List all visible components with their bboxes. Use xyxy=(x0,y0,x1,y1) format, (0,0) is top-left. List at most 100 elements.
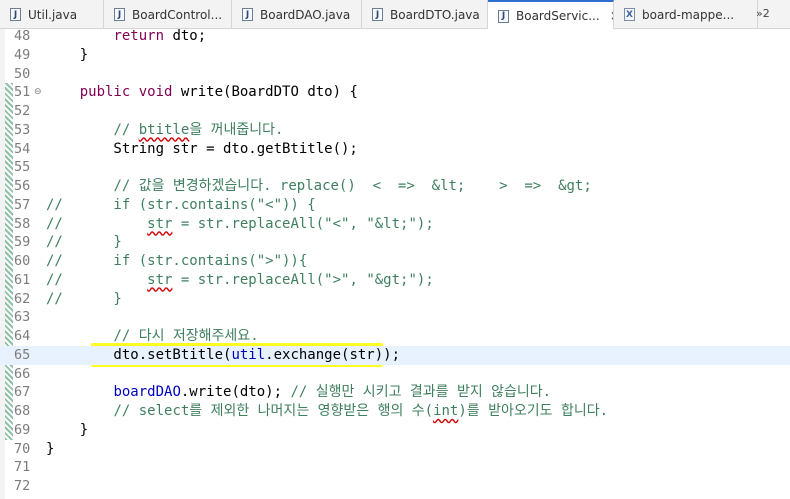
line-number: 68 xyxy=(14,403,31,419)
tab-label: Util.java xyxy=(28,7,78,22)
tab-util-java[interactable]: J Util.java xyxy=(0,0,104,29)
code-line[interactable]: 72 xyxy=(0,477,790,496)
code-token: // xyxy=(46,271,148,288)
code-token: btitle xyxy=(138,121,190,138)
code-text: } xyxy=(46,440,54,459)
code-token: util xyxy=(231,346,266,363)
code-line[interactable]: 70} xyxy=(0,440,790,459)
code-line[interactable]: 60 // if (str.contains(">")){ xyxy=(0,252,790,271)
code-text: // str = str.replaceAll(">", "&gt;"); xyxy=(46,271,434,290)
java-file-icon: J xyxy=(372,8,383,21)
code-text: // if (str.contains("<")) { xyxy=(46,196,316,215)
line-number: 57 xyxy=(14,196,31,213)
java-file-icon: J xyxy=(242,8,253,21)
code-line[interactable]: 69 } xyxy=(0,421,790,440)
code-token: // xyxy=(46,215,148,232)
code-line[interactable]: 61 // str = str.replaceAll(">", "&gt;"); xyxy=(0,271,790,290)
code-line[interactable]: 50 xyxy=(0,65,790,84)
code-token: write(BoardDTO dto) { xyxy=(172,84,358,101)
line-number: 54 xyxy=(14,140,31,157)
code-token: .write(dto); xyxy=(180,384,291,401)
code-token: // if (str.contains(">")){ xyxy=(46,253,308,269)
code-token: dto.setBtitle( xyxy=(46,346,232,363)
java-file-icon: J xyxy=(10,8,21,21)
line-number: 59 xyxy=(14,234,31,251)
xml-file-icon: X xyxy=(624,8,635,21)
line-number: 62 xyxy=(14,290,31,307)
code-line[interactable]: 54 String str = dto.getBtitle(); xyxy=(0,140,790,159)
code-line[interactable]: 53 // btitle을 꺼내줍니다. xyxy=(0,121,790,140)
code-token: void xyxy=(138,84,173,101)
code-line[interactable]: 48 return dto; xyxy=(0,27,790,46)
code-text: // str = str.replaceAll("<", "&lt;"); xyxy=(46,215,434,234)
code-line[interactable]: 68 // select를 제외한 나머지는 영향받은 행의 수(int)를 받… xyxy=(0,402,790,421)
code-line[interactable]: 57 // if (str.contains("<")) { xyxy=(0,196,790,215)
code-line[interactable]: 58 // str = str.replaceAll("<", "&lt;"); xyxy=(0,215,790,234)
code-line[interactable]: 65 dto.setBtitle(util.exchange(str)); xyxy=(0,345,790,365)
tab-label: BoardDAO.java xyxy=(260,7,351,22)
code-token: str xyxy=(147,271,173,288)
code-token: boardDAO xyxy=(113,384,181,401)
fold-toggle-icon[interactable]: ⊖ xyxy=(34,83,42,102)
line-number: 70 xyxy=(14,440,31,457)
code-text: // } xyxy=(46,233,122,252)
code-token: )를 받아오기도 합니다. xyxy=(458,403,609,419)
line-number: 72 xyxy=(14,478,31,494)
code-text: // btitle을 꺼내줍니다. xyxy=(46,121,283,140)
tab-label: board-mappe... xyxy=(642,7,735,22)
code-line[interactable]: 59 // } xyxy=(0,233,790,252)
tab-boarddao-java[interactable]: J BoardDAO.java xyxy=(232,0,362,29)
code-text: dto.setBtitle(util.exchange(str)); xyxy=(46,346,400,365)
code-editor[interactable]: 48 return dto; 49 } 50 51 ⊖ public void writ… xyxy=(0,27,790,499)
line-number: 64 xyxy=(14,328,31,344)
tab-label: BoardServic... xyxy=(516,9,600,23)
code-text: return dto; xyxy=(46,27,206,46)
code-token: // } xyxy=(46,234,122,251)
code-token: = str.replaceAll(">", "&gt;"); xyxy=(172,271,434,288)
code-line[interactable]: 62 // } xyxy=(0,290,790,309)
line-number: 55 xyxy=(14,159,31,176)
line-number: 60 xyxy=(14,253,31,269)
code-token: // if (str.contains("<")) { xyxy=(46,196,316,213)
line-number: 53 xyxy=(14,121,31,138)
code-line[interactable]: 49 } xyxy=(0,46,790,65)
tab-boardservic[interactable]: JBoardServic...× xyxy=(488,0,614,30)
code-line[interactable]: 52 xyxy=(0,102,790,121)
code-line[interactable]: 64 // 다시 저장해주세요. xyxy=(0,327,790,346)
tab-boarddto-java[interactable]: J BoardDTO.java xyxy=(362,0,488,29)
code-token: 을 꺼내줍니다. xyxy=(189,121,284,138)
code-token: // xyxy=(113,121,139,138)
code-line[interactable]: 51 ⊖ public void write(BoardDTO dto) { xyxy=(0,83,790,102)
code-text: // } xyxy=(46,290,122,309)
tab-boardcontrol[interactable]: J BoardControl... xyxy=(104,0,232,29)
code-token: // 실행만 시키고 결과를 받지 않습니다. xyxy=(290,384,552,401)
tab-overflow-button[interactable]: »2 xyxy=(756,7,770,20)
code-token: return xyxy=(113,28,165,44)
code-token: } xyxy=(46,421,89,438)
line-number: 61 xyxy=(14,271,31,288)
java-file-icon: J xyxy=(114,8,125,21)
code-line[interactable]: 67 boardDAO.write(dto); // 실행만 시키고 결과를 받… xyxy=(0,383,790,402)
line-number: 50 xyxy=(14,65,31,82)
code-token: = str.replaceAll("<", "&lt;"); xyxy=(172,215,434,232)
code-line[interactable]: 55 xyxy=(0,158,790,177)
tab-label: BoardDTO.java xyxy=(390,7,480,22)
code-line[interactable]: 66 xyxy=(0,365,790,384)
code-line[interactable]: 71 xyxy=(0,458,790,477)
line-number: 69 xyxy=(14,421,31,438)
code-token: } xyxy=(46,46,89,63)
tab-board-mappe[interactable]: Xboard-mappe... xyxy=(614,0,758,29)
code-line[interactable]: 63 xyxy=(0,308,790,327)
code-text: public void write(BoardDTO dto) { xyxy=(46,83,358,102)
code-line[interactable]: 56 // 값을 변경하겠습니다. replace() < => &lt; > … xyxy=(0,177,790,196)
code-text: // 값을 변경하겠습니다. replace() < => &lt; > => … xyxy=(46,177,591,196)
code-token: String str = dto.getBtitle(); xyxy=(46,140,358,157)
